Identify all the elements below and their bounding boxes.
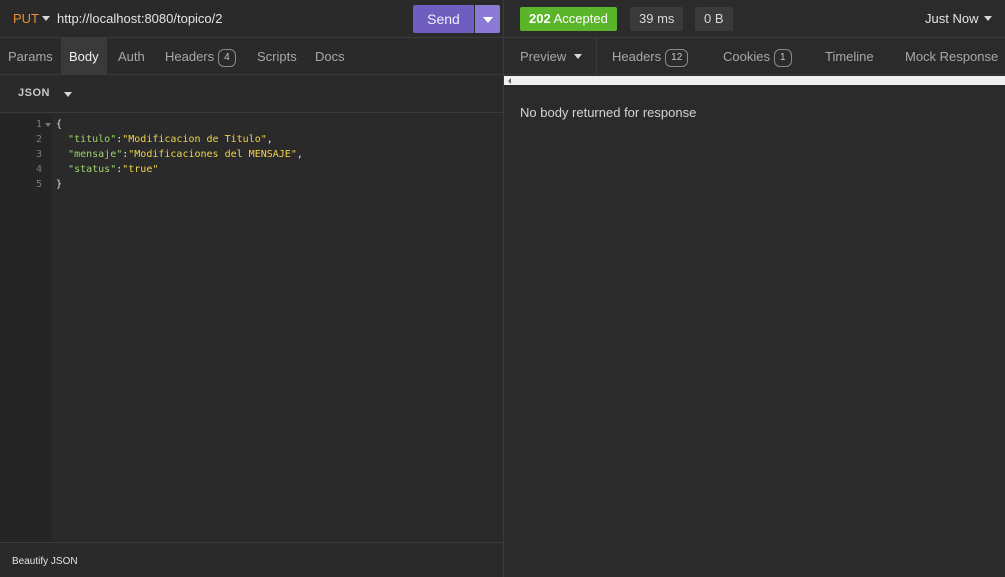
- json-value: "true": [122, 164, 159, 175]
- body-type-select[interactable]: JSON: [0, 76, 503, 113]
- tab-params[interactable]: Params: [0, 38, 61, 75]
- editor-footer: Beautify JSON: [0, 542, 503, 577]
- tab-label: Body: [69, 49, 99, 64]
- url-input[interactable]: http://localhost:8080/topico/2: [57, 11, 223, 26]
- status-badge: 202 Accepted: [520, 7, 617, 31]
- count-badge: 12: [665, 49, 689, 67]
- json-key: "status": [68, 164, 117, 175]
- request-pane: PUT http://localhost:8080/topico/2 Send …: [0, 0, 503, 577]
- response-tabs: Preview Headers 12 Cookies 1 Timeline Mock…: [504, 38, 1005, 75]
- line-number: 4: [35, 164, 42, 175]
- body-type-label: JSON: [18, 87, 50, 99]
- fold-icon[interactable]: [45, 123, 51, 127]
- tab-label: Docs: [315, 49, 345, 64]
- tab-divider: [596, 38, 597, 75]
- response-status-bar: 202 Accepted 39 ms 0 B Just Now: [504, 0, 1005, 38]
- tab-label: Scripts: [257, 49, 297, 64]
- line-number: 3: [35, 149, 42, 160]
- code-line: "titulo":"Modificacion de Titulo",: [68, 134, 273, 145]
- status-code: 202: [529, 11, 551, 26]
- status-text: Accepted: [553, 11, 608, 26]
- url-bar: PUT http://localhost:8080/topico/2 Send: [0, 0, 503, 38]
- tab-label: Preview: [520, 49, 567, 64]
- method-select[interactable]: PUT: [13, 11, 39, 26]
- tab-label: Headers: [165, 49, 215, 64]
- response-time-badge: 39 ms: [630, 7, 684, 31]
- chevron-down-icon[interactable]: [42, 16, 50, 21]
- tab-timeline[interactable]: Timeline: [825, 38, 874, 75]
- tab-label: Auth: [118, 49, 145, 64]
- json-value: "Modificacion de Titulo": [122, 134, 267, 145]
- line-number: 2: [35, 134, 42, 145]
- response-size-badge: 0 B: [695, 7, 733, 31]
- chevron-down-icon: [483, 17, 493, 23]
- tab-label: Mock Response: [905, 49, 999, 64]
- tab-label: Headers: [612, 49, 662, 64]
- empty-response-message: No body returned for response: [520, 105, 697, 120]
- count-badge: 4: [218, 49, 236, 67]
- line-number: 1: [35, 119, 42, 130]
- json-key: "titulo": [68, 134, 117, 145]
- json-editor[interactable]: 1 2 3 4 5 { "titulo":"Modificacion de Ti…: [0, 114, 503, 542]
- tab-auth[interactable]: Auth: [110, 38, 153, 75]
- tab-scripts[interactable]: Scripts: [249, 38, 305, 75]
- chevron-down-icon: [64, 92, 72, 97]
- tab-response-headers[interactable]: Headers 12: [612, 38, 689, 75]
- json-brace: {: [56, 119, 63, 130]
- tab-label: Cookies: [723, 49, 770, 64]
- tab-docs[interactable]: Docs: [307, 38, 353, 75]
- line-number: 5: [35, 179, 42, 190]
- horizontal-scrollbar[interactable]: [504, 76, 1005, 85]
- response-pane: 202 Accepted 39 ms 0 B Just Now Preview …: [504, 0, 1005, 577]
- chevron-down-icon: [574, 54, 583, 59]
- json-key: "mensaje": [68, 149, 123, 160]
- tab-mock-response[interactable]: Mock Response: [905, 38, 998, 75]
- scroll-left-icon[interactable]: [508, 78, 511, 84]
- chevron-down-icon[interactable]: [984, 16, 992, 21]
- tab-preview[interactable]: Preview: [520, 38, 583, 75]
- count-badge: 1: [773, 49, 792, 67]
- code-line: "status":"true": [68, 164, 159, 175]
- request-tabs: Params Body Auth Headers 4 Scripts Docs: [0, 38, 503, 75]
- send-options-button[interactable]: [475, 5, 500, 33]
- tab-body[interactable]: Body: [61, 38, 107, 75]
- code-line: {: [56, 117, 496, 132]
- send-button[interactable]: Send: [413, 5, 474, 33]
- tab-label: Timeline: [825, 49, 874, 64]
- response-history-select[interactable]: Just Now: [925, 11, 978, 26]
- code-line: "mensaje":"Modificaciones del MENSAJE",: [68, 149, 303, 160]
- tab-cookies[interactable]: Cookies 1: [723, 38, 792, 75]
- tab-label: Params: [8, 49, 53, 64]
- code-line: }: [56, 177, 496, 192]
- tab-headers[interactable]: Headers 4: [157, 38, 244, 75]
- beautify-json-button[interactable]: Beautify JSON: [12, 556, 78, 567]
- json-value: "Modificaciones del MENSAJE": [128, 149, 297, 160]
- json-brace: }: [56, 179, 63, 190]
